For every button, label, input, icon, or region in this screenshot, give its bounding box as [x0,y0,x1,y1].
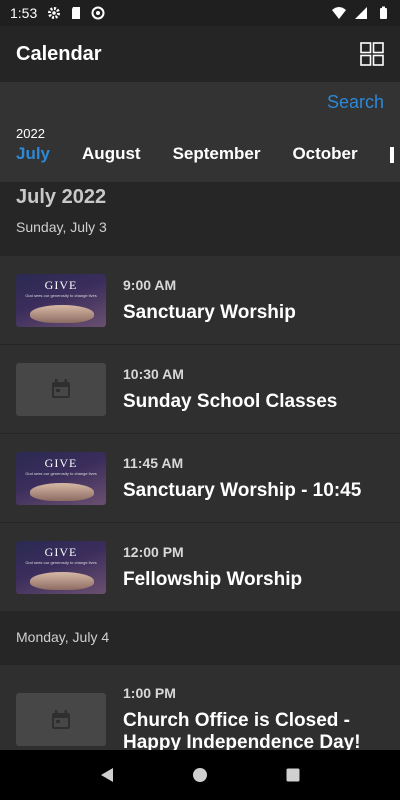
event-thumbnail: GIVE God sees our generosity to change l… [16,273,106,327]
wifi-icon [332,7,346,19]
event-title: Sanctuary Worship - 10:45 [123,479,362,501]
tab-august[interactable]: August [82,144,141,164]
thumbnail-title: GIVE [44,455,78,470]
thumbnail-subtitle: God sees our generosity to change lives [25,559,97,565]
event-thumbnail [16,362,106,416]
sd-card-icon [72,7,81,19]
back-icon[interactable] [99,767,115,783]
thumbnail-title: GIVE [44,277,78,292]
system-nav-bar [0,750,400,800]
event-title: Sunday School Classes [123,390,338,412]
list-item[interactable]: 1:00 PM Church Office is Closed - Happy … [0,664,400,750]
status-bar: 1:53 [0,0,400,26]
tab-next-partial[interactable] [389,147,394,163]
grid-view-icon[interactable] [360,42,384,66]
month-heading: July 2022 [16,186,107,208]
tab-september[interactable]: September [173,144,261,164]
month-tabs: July August September October [16,144,394,164]
hands-graphic [30,571,94,590]
event-title: Sanctuary Worship [123,301,296,323]
list-item[interactable]: GIVE God sees our generosity to change l… [0,255,400,344]
event-time: 11:45 AM [123,454,184,471]
event-time: 9:00 AM [123,276,177,293]
calendar-icon [52,379,70,398]
app-bar: Calendar [0,26,400,82]
thumbnail-subtitle: God sees our generosity to change lives [25,470,97,476]
hands-graphic [30,482,94,501]
hands-graphic [30,304,94,323]
event-time: 12:00 PM [123,543,184,560]
gear-icon [48,7,61,19]
search-link[interactable]: Search [327,92,384,113]
vpn-icon [91,6,105,20]
day-heading: Monday, July 4 [0,611,400,664]
page-title: Calendar [16,42,102,65]
event-time: 10:30 AM [123,365,184,382]
event-thumbnail [16,693,106,746]
day-heading: Sunday, July 3 [16,219,107,235]
year-label: 2022 [16,126,45,141]
signal-icon [355,7,367,19]
thumbnail-title: GIVE [44,544,78,559]
event-title: Church Office is Closed - Happy Independ… [123,710,361,750]
list-item[interactable]: GIVE God sees our generosity to change l… [0,522,400,611]
recents-icon[interactable] [285,767,301,783]
list-item[interactable]: GIVE God sees our generosity to change l… [0,433,400,522]
home-icon[interactable] [192,767,208,783]
event-time: 1:00 PM [123,685,176,701]
list-item[interactable]: 10:30 AM Sunday School Classes [0,344,400,433]
calendar-icon [52,709,70,729]
event-thumbnail: GIVE God sees our generosity to change l… [16,540,106,594]
battery-icon [380,6,387,19]
status-time: 1:53 [10,5,38,21]
event-thumbnail: GIVE God sees our generosity to change l… [16,451,106,505]
tab-october[interactable]: October [292,144,357,164]
event-title: Fellowship Worship [123,568,303,590]
tab-july[interactable]: July [16,144,50,164]
month-filter: Search 2022 July August September Octobe… [0,82,400,182]
month-section-header: July 2022 Sunday, July 3 [0,182,400,255]
thumbnail-subtitle: God sees our generosity to change lives [25,292,97,298]
event-list: July 2022 Sunday, July 3 GIVE God sees o… [0,182,400,750]
